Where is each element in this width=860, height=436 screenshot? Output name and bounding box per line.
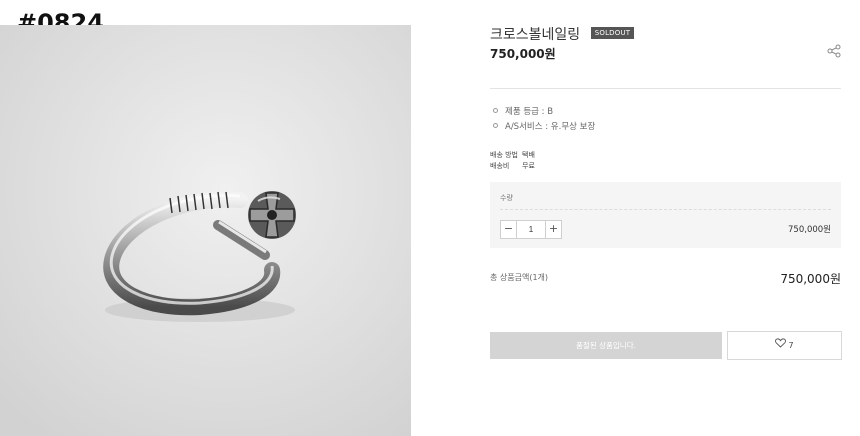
info-grade: 제품 등급 : B <box>490 105 553 117</box>
shipping-method: 배송 방법 택배 <box>490 151 535 159</box>
total-label: 총 상품금액(1개) <box>490 273 549 282</box>
dashed-divider <box>500 209 831 210</box>
line-price: 750,000원 <box>788 225 831 235</box>
wishlist-button[interactable]: 7 <box>727 331 842 360</box>
share-icon[interactable] <box>827 43 841 58</box>
divider <box>490 88 841 89</box>
soldout-button[interactable]: 품절된 상품입니다. <box>490 332 722 359</box>
increase-button[interactable]: + <box>545 221 561 238</box>
heart-icon <box>775 332 787 359</box>
product-title: 크로스볼네일링 <box>490 27 581 43</box>
bullet-icon <box>493 123 498 128</box>
total-price: 750,000원 <box>780 272 841 286</box>
product-price: 750,000원 <box>490 47 556 61</box>
quantity-input[interactable] <box>517 221 545 238</box>
wish-count: 7 <box>788 341 794 350</box>
quantity-panel: 수량 − + 750,000원 <box>490 182 841 248</box>
quantity-label: 수량 <box>500 194 513 202</box>
product-image <box>0 25 411 436</box>
quantity-stepper[interactable]: − + <box>500 220 562 239</box>
decrease-button[interactable]: − <box>501 221 517 238</box>
bullet-icon <box>493 108 498 113</box>
soldout-badge: SOLDOUT <box>591 27 634 39</box>
info-as-service: A/S서비스 : 유.무상 보장 <box>490 120 595 132</box>
shipping-fee: 배송비 무료 <box>490 162 535 170</box>
